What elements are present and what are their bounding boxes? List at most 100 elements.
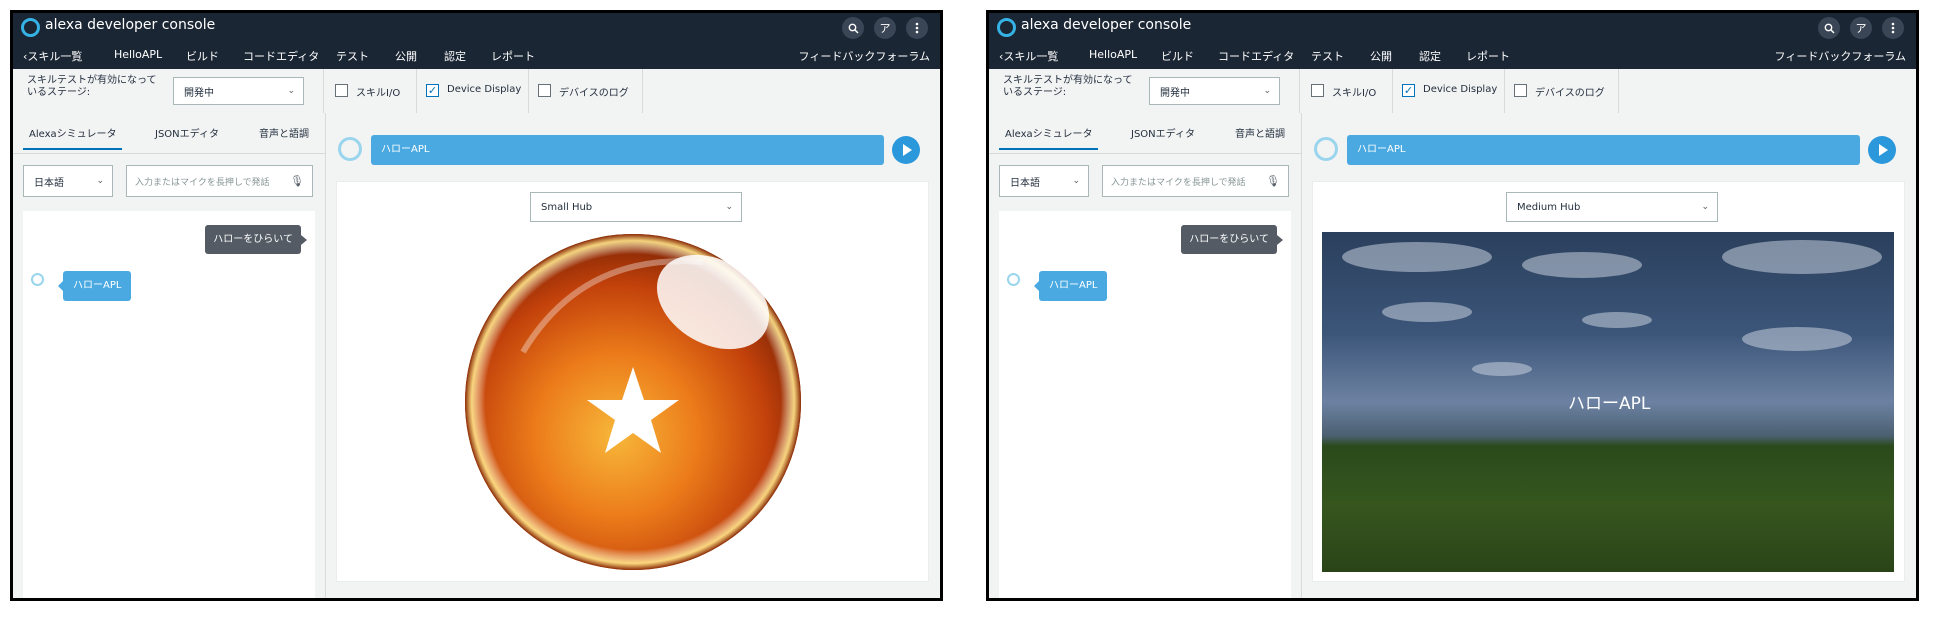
tab-alexa-simulator[interactable]: Alexaシミュレータ xyxy=(998,125,1099,150)
nav-test[interactable]: テスト xyxy=(1311,48,1344,74)
chat-area: ハローをひらいて ハローAPL xyxy=(23,211,315,598)
more-icon[interactable] xyxy=(906,17,928,39)
utterance-input[interactable]: 入力またはマイクを長押しで発話 🎙 xyxy=(1102,165,1289,197)
device-screen: Medium Hub ⌄ ハローAPL xyxy=(1312,181,1905,582)
device-log-label: デバイスのログ xyxy=(559,88,629,99)
tab-voice-tone[interactable]: 音声と語調 xyxy=(259,125,309,140)
toolbar-divider xyxy=(323,69,324,113)
search-icon[interactable] xyxy=(1818,17,1840,39)
stage-label: スキルテストが有効になっているステージ: xyxy=(27,75,157,98)
nav-feedback[interactable]: フィードバックフォーラム xyxy=(1775,48,1906,64)
skill-io-label: スキルI/O xyxy=(1332,88,1377,99)
account-icon[interactable]: ア xyxy=(874,17,896,39)
alexa-logo-icon xyxy=(21,18,40,37)
alexa-ring-icon xyxy=(1314,137,1338,161)
toolbar-divider xyxy=(528,69,529,113)
toolbar-divider xyxy=(1299,69,1300,113)
device-display-label: Device Display xyxy=(1423,84,1498,95)
stage-select[interactable]: 開発中 ⌄ xyxy=(1149,77,1280,105)
skill-io-checkbox[interactable] xyxy=(335,84,348,97)
dragon-ball-image xyxy=(465,234,801,570)
utterance-bar: ハローAPL xyxy=(1347,135,1860,165)
play-button[interactable] xyxy=(892,136,920,164)
nav-certification[interactable]: 認定 xyxy=(444,48,466,64)
utterance-bar: ハローAPL xyxy=(371,135,884,165)
nav-feedback[interactable]: フィードバックフォーラム xyxy=(799,48,930,64)
language-select[interactable]: 日本語 ⌄ xyxy=(999,165,1089,197)
nav-certification[interactable]: 認定 xyxy=(1419,48,1441,64)
tab-alexa-simulator[interactable]: Alexaシミュレータ xyxy=(22,125,123,150)
app-title: alexa developer console xyxy=(45,17,216,33)
toolbar-divider xyxy=(416,69,417,113)
alexa-response-bubble: ハローAPL xyxy=(1033,271,1108,301)
main-nav: ‹スキル一覧 HelloAPL ビルド コードエディタ テスト 公開 認定 レポ… xyxy=(13,41,940,74)
device-select[interactable]: Small Hub ⌄ xyxy=(530,192,742,222)
device-display-column: ハローAPL Medium Hub ⌄ ハローAPL xyxy=(1301,113,1916,598)
microphone-icon[interactable]: 🎙 xyxy=(1266,175,1280,188)
background-image: ハローAPL xyxy=(1322,232,1894,572)
device-screen: Small Hub ⌄ xyxy=(336,181,929,582)
language-select[interactable]: 日本語 ⌄ xyxy=(23,165,113,197)
nav-code-editor[interactable]: コードエディタ xyxy=(243,48,319,64)
nav-publish[interactable]: 公開 xyxy=(1370,48,1392,64)
app-title: alexa developer console xyxy=(1021,17,1192,33)
test-toolbar: スキルテストが有効になっているステージ: 開発中 ⌄ スキルI/O ✓ Devic… xyxy=(13,69,940,114)
tab-json-editor[interactable]: JSONエディタ xyxy=(1131,125,1195,140)
alexa-logo-icon xyxy=(997,18,1016,37)
nav-test[interactable]: テスト xyxy=(336,48,369,74)
toolbar-divider xyxy=(1618,69,1619,113)
chat-area: ハローをひらいて ハローAPL xyxy=(999,211,1291,598)
stage-select[interactable]: 開発中 ⌄ xyxy=(173,77,304,105)
user-message-bubble: ハローをひらいて xyxy=(205,225,307,254)
device-log-checkbox[interactable] xyxy=(1514,84,1527,97)
utterance-input[interactable]: 入力またはマイクを長押しで発話 🎙 xyxy=(126,165,313,197)
nav-code-editor[interactable]: コードエディタ xyxy=(1218,48,1294,64)
play-button[interactable] xyxy=(1868,136,1896,164)
device-select[interactable]: Medium Hub ⌄ xyxy=(1506,192,1718,222)
chevron-down-icon: ⌄ xyxy=(1072,176,1080,186)
stage-label: スキルテストが有効になっているステージ: xyxy=(1003,75,1133,98)
chevron-down-icon: ⌄ xyxy=(725,202,733,212)
nav-publish[interactable]: 公開 xyxy=(395,48,417,64)
nav-build[interactable]: ビルド xyxy=(186,48,219,64)
skill-io-checkbox[interactable] xyxy=(1311,84,1324,97)
toolbar-divider xyxy=(1504,69,1505,113)
device-log-checkbox[interactable] xyxy=(538,84,551,97)
main-nav: ‹スキル一覧 HelloAPL ビルド コードエディタ テスト 公開 認定 レポ… xyxy=(989,41,1916,74)
alexa-ring-icon xyxy=(31,273,44,286)
account-icon[interactable]: ア xyxy=(1850,17,1872,39)
simulator-column: Alexaシミュレータ JSONエディタ 音声と語調 日本語 ⌄ 入力またはマイク… xyxy=(989,113,1301,598)
header-bar: alexa developer console ア ‹スキル一覧 HelloAP… xyxy=(13,13,940,74)
nav-back-to-skills[interactable]: ‹スキル一覧 xyxy=(23,48,82,64)
device-display-checkbox[interactable]: ✓ xyxy=(1402,84,1415,97)
tab-divider xyxy=(989,153,1301,154)
console-window-small-hub: alexa developer console ア ‹スキル一覧 HelloAP… xyxy=(10,10,943,601)
nav-report[interactable]: レポート xyxy=(491,48,535,64)
alexa-ring-icon xyxy=(1007,273,1020,286)
nav-report[interactable]: レポート xyxy=(1466,48,1510,64)
skill-io-label: スキルI/O xyxy=(356,88,401,99)
simulator-column: Alexaシミュレータ JSONエディタ 音声と語調 日本語 ⌄ 入力またはマイク… xyxy=(13,113,325,598)
screen-hello-text: ハローAPL xyxy=(1568,394,1651,414)
toolbar-divider xyxy=(642,69,643,113)
console-window-medium-hub: alexa developer console ア ‹スキル一覧 HelloAP… xyxy=(986,10,1919,601)
chevron-down-icon: ⌄ xyxy=(1263,86,1271,96)
user-message-bubble: ハローをひらいて xyxy=(1181,225,1283,254)
more-icon[interactable] xyxy=(1882,17,1904,39)
search-icon[interactable] xyxy=(842,17,864,39)
microphone-icon[interactable]: 🎙 xyxy=(290,175,304,188)
toolbar-divider xyxy=(1392,69,1393,113)
test-toolbar: スキルテストが有効になっているステージ: 開発中 ⌄ スキルI/O ✓ Devic… xyxy=(989,69,1916,114)
nav-skill-name[interactable]: HelloAPL xyxy=(114,48,162,61)
nav-back-to-skills[interactable]: ‹スキル一覧 xyxy=(999,48,1058,64)
nav-skill-name[interactable]: HelloAPL xyxy=(1089,48,1137,61)
tab-voice-tone[interactable]: 音声と語調 xyxy=(1235,125,1285,140)
device-display-checkbox[interactable]: ✓ xyxy=(426,84,439,97)
tab-json-editor[interactable]: JSONエディタ xyxy=(155,125,219,140)
alexa-response-bubble: ハローAPL xyxy=(57,271,132,301)
device-display-label: Device Display xyxy=(447,84,522,95)
device-display-column: ハローAPL Small Hub ⌄ xyxy=(325,113,940,598)
chevron-down-icon: ⌄ xyxy=(1701,202,1709,212)
tab-divider xyxy=(13,153,325,154)
nav-build[interactable]: ビルド xyxy=(1161,48,1194,64)
